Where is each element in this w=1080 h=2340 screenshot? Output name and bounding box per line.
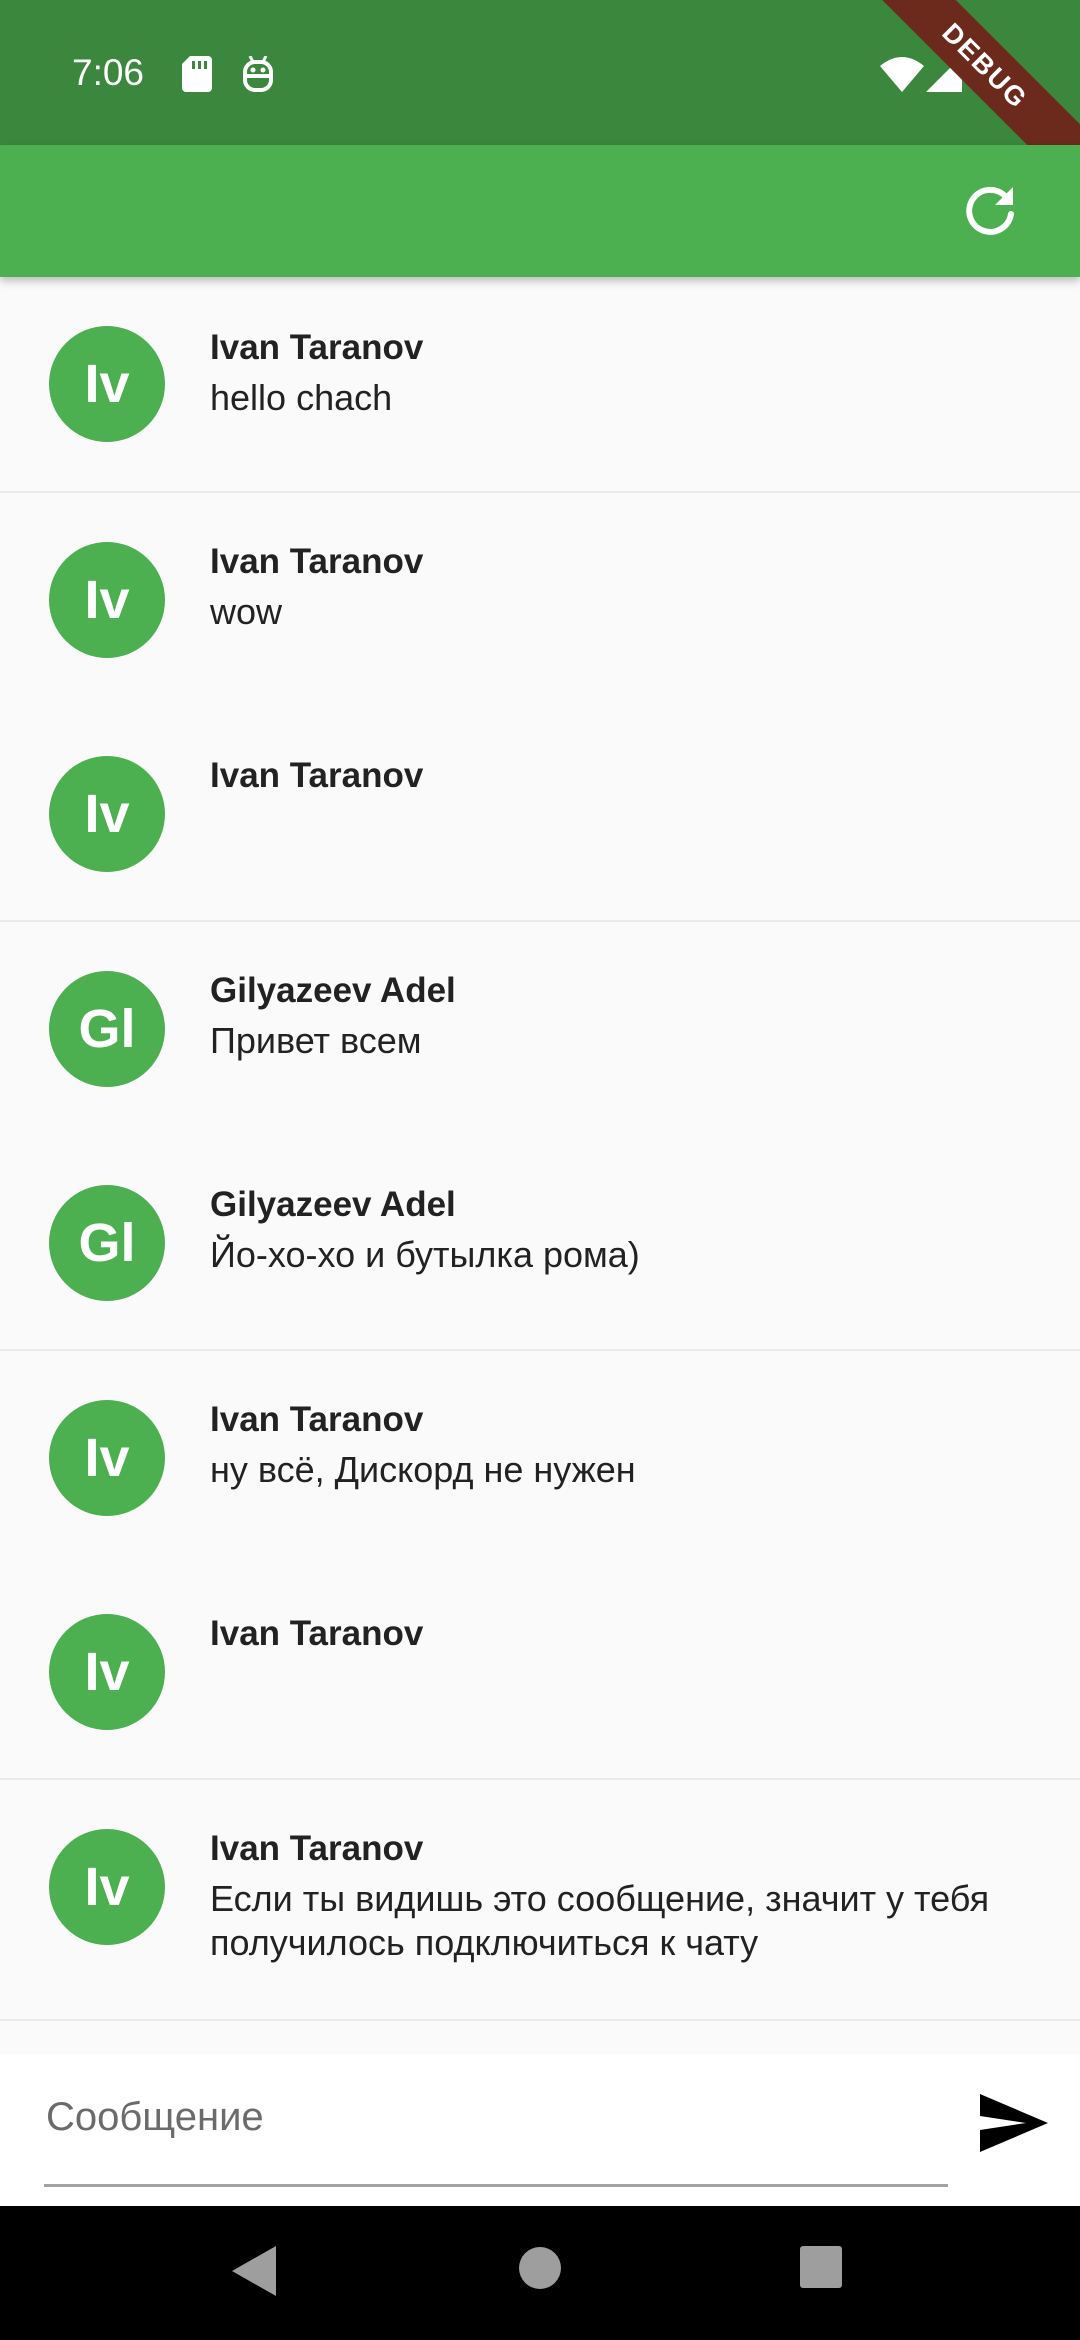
sender-name: Ivan Taranov <box>210 756 424 795</box>
recents-icon[interactable] <box>800 2246 842 2288</box>
avatar: Iv <box>49 1400 165 1516</box>
message-row: Iv Ivan Taranov Если ты видишь это сообщ… <box>0 1780 1080 2020</box>
avatar: Gl <box>49 1185 165 1301</box>
android-icon <box>243 56 273 92</box>
sender-name: Ivan Taranov <box>210 1614 424 1653</box>
message-row: Gl Gilyazeev Adel Йо-хо-хо и бутылка ром… <box>0 1136 1080 1350</box>
avatar: Iv <box>49 1614 165 1730</box>
app-bar <box>0 145 1080 277</box>
status-bar: 7:06 DEBUG <box>0 0 1080 202</box>
message-row: Iv Ivan Taranov hello chach <box>0 277 1080 491</box>
message-text: wow <box>210 591 283 632</box>
chat-list[interactable]: Iv Ivan Taranov hello chach Iv Ivan Tara… <box>0 277 1080 2054</box>
message-row: Iv Ivan Taranov <box>0 1565 1080 1779</box>
refresh-icon[interactable] <box>962 183 1018 239</box>
message-row: Iv Ivan Taranov wow <box>0 493 1080 707</box>
sender-name: Ivan Taranov <box>210 1400 424 1439</box>
avatar: Iv <box>49 1829 165 1945</box>
sender-name: Ivan Taranov <box>210 542 424 581</box>
sender-name: Ivan Taranov <box>210 328 424 367</box>
sd-card-icon <box>182 56 212 92</box>
home-icon[interactable] <box>518 2246 562 2290</box>
message-row: Iv Ivan Taranov ну всё, Дискорд не нужен <box>0 1351 1080 1565</box>
sender-name: Gilyazeev Adel <box>210 1185 456 1224</box>
avatar: Iv <box>49 326 165 442</box>
avatar: Gl <box>49 971 165 1087</box>
navigation-bar <box>0 2206 1080 2340</box>
message-text: ну всё, Дискорд не нужен <box>210 1449 636 1490</box>
sender-name: Gilyazeev Adel <box>210 971 456 1010</box>
message-text: Привет всем <box>210 1020 422 1061</box>
avatar: Iv <box>49 542 165 658</box>
message-text: hello chach <box>210 377 393 418</box>
back-icon[interactable] <box>232 2246 276 2296</box>
input-underline <box>44 2184 948 2187</box>
message-row: Iv Ivan Taranov <box>0 707 1080 921</box>
avatar: Iv <box>49 756 165 872</box>
send-icon[interactable] <box>980 2094 1048 2152</box>
wifi-icon <box>880 57 924 92</box>
message-row: Gl Gilyazeev Adel Привет всем <box>0 922 1080 1136</box>
sender-name: Ivan Taranov <box>210 1829 424 1868</box>
divider <box>0 2019 1080 2021</box>
message-text: Йо-хо-хо и бутылка рома) <box>210 1234 640 1275</box>
status-time: 7:06 <box>72 52 145 93</box>
message-input[interactable] <box>44 2084 952 2150</box>
message-composer <box>0 2054 1080 2206</box>
message-text: Если ты видишь это сообщение, значит у т… <box>210 1878 990 1963</box>
